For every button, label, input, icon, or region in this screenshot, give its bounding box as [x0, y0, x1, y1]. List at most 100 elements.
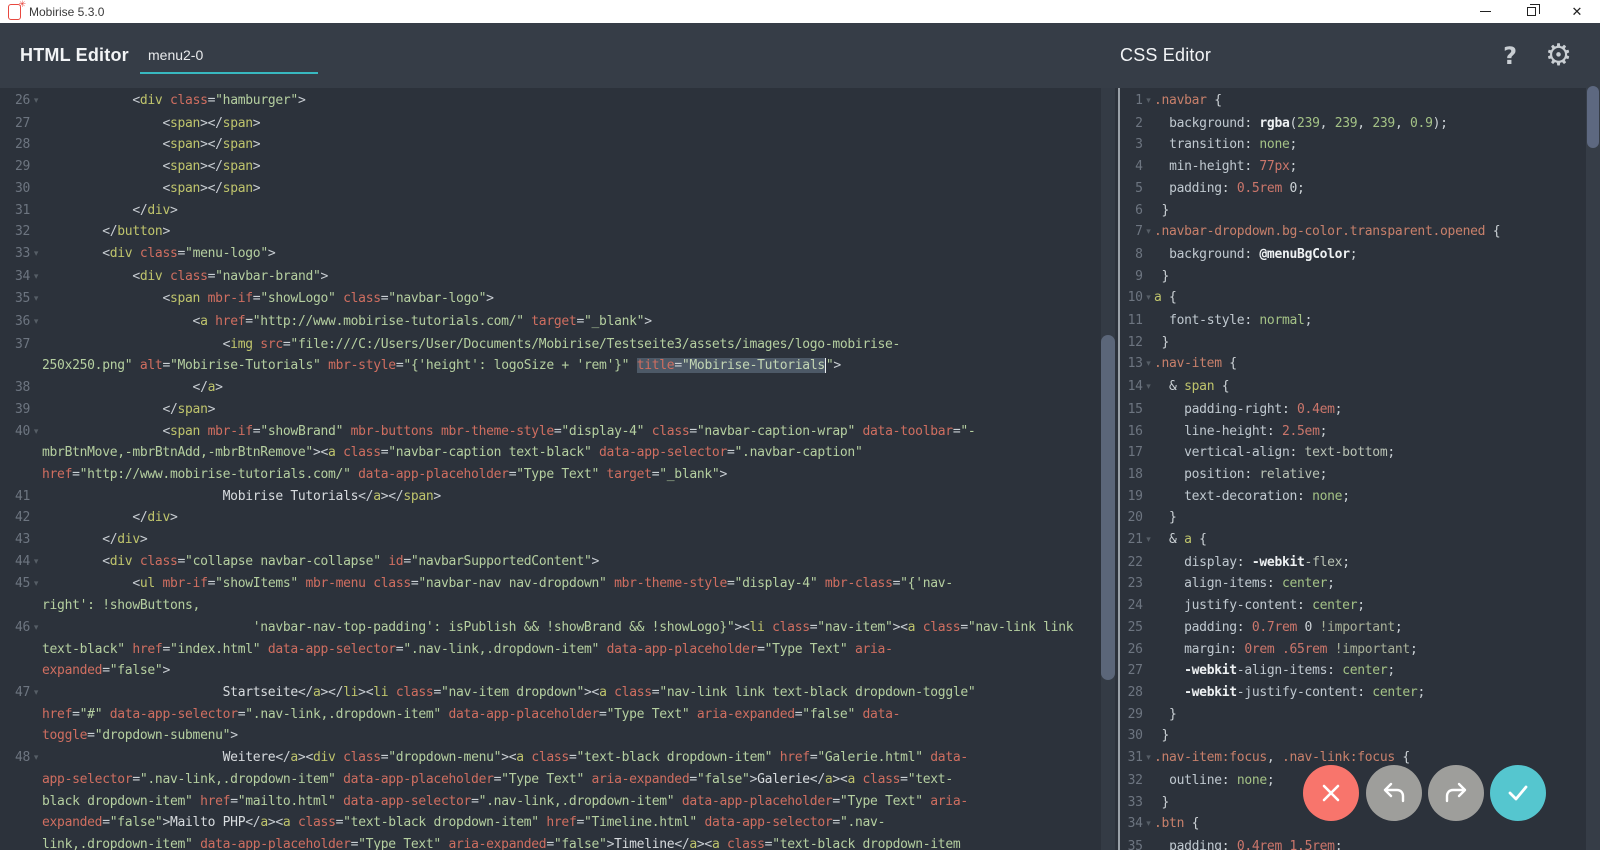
css-editor-scrollbar-track[interactable] — [1586, 88, 1600, 850]
redo-button[interactable] — [1428, 765, 1484, 821]
code-text[interactable]: justify-content: center; — [1154, 595, 1586, 617]
code-text[interactable]: .navbar { — [1154, 90, 1586, 112]
code-text[interactable]: <div class="navbar-brand"> — [42, 266, 1118, 288]
line-gutter: 26 — [1120, 639, 1154, 661]
code-text[interactable]: transition: none; — [1154, 134, 1586, 156]
code-line: 16 line-height: 2.5em; — [1120, 421, 1586, 443]
code-text[interactable]: min-height: 77px; — [1154, 156, 1586, 178]
code-text[interactable]: background: @menuBgColor; — [1154, 244, 1586, 266]
code-text[interactable]: <ul mbr-if="showItems" mbr-menu class="n… — [42, 573, 1118, 616]
code-text[interactable]: <span mbr-if = "showBrand" mbr-buttons mbr… — [42, 421, 1118, 486]
fold-arrow-icon[interactable]: ▾ — [30, 90, 42, 113]
html-code-editor[interactable]: 26 ▾ <div class="hamburger"> 27 <span></sp… — [0, 88, 1118, 850]
minimize-button[interactable] — [1462, 0, 1508, 23]
code-text[interactable]: } — [1154, 266, 1586, 288]
code-text[interactable]: -webkit-align-items: center; — [1154, 660, 1586, 682]
code-text[interactable]: 'navbar-nav-top-padding': isPublish && !… — [42, 617, 1118, 682]
code-text[interactable]: </div> — [42, 529, 1118, 551]
code-text[interactable]: <span></span> — [42, 156, 1118, 178]
code-token: ; — [1417, 684, 1425, 700]
code-text[interactable]: vertical-align: text-bottom; — [1154, 442, 1586, 464]
code-text[interactable]: padding: 0.7rem 0 !important; — [1154, 617, 1586, 639]
fold-arrow-icon[interactable]: ▾ — [30, 288, 42, 311]
code-text[interactable]: </a> — [42, 377, 1118, 399]
confirm-button[interactable] — [1490, 765, 1546, 821]
code-text[interactable]: align-items: center; — [1154, 573, 1586, 595]
code-text[interactable]: } — [1154, 704, 1586, 726]
discard-button[interactable] — [1303, 765, 1359, 821]
code-text[interactable]: .navbar-dropdown.bg-color.transparent.op… — [1154, 221, 1586, 243]
fold-arrow-icon[interactable]: ▾ — [1143, 287, 1154, 310]
close-button[interactable]: ✕ — [1554, 0, 1600, 23]
restore-button[interactable] — [1508, 0, 1554, 23]
code-text[interactable]: <span></span> — [42, 113, 1118, 135]
fold-arrow-icon[interactable]: ▾ — [1143, 90, 1154, 113]
line-number: 44 — [14, 553, 30, 569]
fold-arrow-icon[interactable]: ▾ — [30, 747, 42, 770]
code-text[interactable]: padding-right: 0.4em; — [1154, 399, 1586, 421]
code-text[interactable]: line-height: 2.5em; — [1154, 421, 1586, 443]
code-token: a — [599, 684, 607, 700]
code-text[interactable]: .nav-item { — [1154, 353, 1586, 375]
code-line: 9 } — [1120, 266, 1586, 288]
code-text[interactable]: </button> — [42, 221, 1118, 243]
code-text[interactable]: Weitere</a><div class="dropdown-menu"><a… — [42, 747, 1118, 850]
code-token: "menu-logo" — [185, 245, 268, 261]
fold-arrow-icon[interactable]: ▾ — [1143, 353, 1154, 376]
code-line: 28 -webkit-justify-content: center; — [1120, 682, 1586, 704]
fold-arrow-icon[interactable]: ▾ — [1143, 376, 1154, 399]
css-code-editor[interactable]: 1 ▾ .navbar {2 background: rgba(239, 239, … — [1120, 88, 1586, 850]
code-text[interactable]: -webkit-justify-content: center; — [1154, 682, 1586, 704]
code-text[interactable]: Mobirise Tutorials</a></span> — [42, 486, 1118, 508]
fold-arrow-icon[interactable]: ▾ — [1143, 747, 1154, 770]
code-text[interactable]: <span></span> — [42, 178, 1118, 200]
code-text[interactable]: a { — [1154, 287, 1586, 309]
fold-arrow-icon[interactable]: ▾ — [1143, 221, 1154, 244]
code-text[interactable]: <a href="http://www.mobirise-tutorials.c… — [42, 311, 1118, 333]
fold-arrow-icon[interactable]: ▾ — [1143, 529, 1154, 552]
code-text[interactable]: <div class="menu-logo"> — [42, 243, 1118, 265]
fold-arrow-icon[interactable]: ▾ — [30, 551, 42, 574]
code-text[interactable]: position: relative; — [1154, 464, 1586, 486]
html-editor-scrollbar-thumb[interactable] — [1101, 335, 1115, 680]
code-text[interactable]: padding: 0.4rem 1.5rem; — [1154, 836, 1586, 850]
code-text[interactable]: text-decoration: none; — [1154, 486, 1586, 508]
code-token: = — [960, 619, 968, 635]
code-text[interactable]: padding: 0.5rem 0; — [1154, 178, 1586, 200]
code-text[interactable]: margin: 0rem .65rem !important; — [1154, 639, 1586, 661]
code-text[interactable]: </div> — [42, 507, 1118, 529]
fold-arrow-icon[interactable]: ▾ — [30, 573, 42, 596]
css-editor-scrollbar-thumb[interactable] — [1587, 86, 1599, 148]
code-text[interactable]: <span mbr-if="showLogo" class="navbar-lo… — [42, 288, 1118, 310]
code-text[interactable]: font-style: normal; — [1154, 310, 1586, 332]
code-text[interactable]: </span> — [42, 399, 1118, 421]
code-text[interactable]: } — [1154, 507, 1586, 529]
code-text[interactable]: & span { — [1154, 376, 1586, 398]
code-text[interactable]: background: rgba(239, 239, 239, 0.9); — [1154, 113, 1586, 135]
fold-arrow-icon[interactable]: ▾ — [30, 617, 42, 640]
code-text[interactable]: display: -webkit-flex; — [1154, 552, 1586, 574]
tab-menu2-0[interactable]: menu2-0 — [140, 23, 318, 74]
code-text[interactable]: </div> — [42, 200, 1118, 222]
help-icon[interactable]: ? — [1503, 42, 1517, 70]
code-text[interactable]: } — [1154, 200, 1586, 222]
fold-arrow-icon[interactable]: ▾ — [30, 243, 42, 266]
undo-button[interactable] — [1366, 765, 1422, 821]
code-token: = — [546, 836, 554, 850]
fold-arrow-icon[interactable]: ▾ — [30, 311, 42, 334]
code-text[interactable]: } — [1154, 725, 1586, 747]
fold-arrow-icon[interactable]: ▾ — [30, 266, 42, 289]
code-text[interactable]: } — [1154, 332, 1586, 354]
code-text[interactable]: <div class="hamburger"> — [42, 90, 1118, 112]
fold-arrow-icon[interactable]: ▾ — [30, 421, 42, 444]
fold-arrow-icon[interactable]: ▾ — [30, 682, 42, 705]
code-text[interactable]: Startseite</a></li><li class="nav-item d… — [42, 682, 1118, 747]
gear-icon[interactable]: ⚙ — [1545, 40, 1572, 71]
code-text[interactable]: <img src="file:///C:/Users/User/Document… — [42, 334, 1118, 377]
code-text[interactable]: <span></span> — [42, 134, 1118, 156]
code-text[interactable]: <div class="collapse navbar-collapse" id… — [42, 551, 1118, 573]
code-text[interactable]: & a { — [1154, 529, 1586, 551]
fold-arrow-icon[interactable]: ▾ — [1143, 813, 1154, 836]
